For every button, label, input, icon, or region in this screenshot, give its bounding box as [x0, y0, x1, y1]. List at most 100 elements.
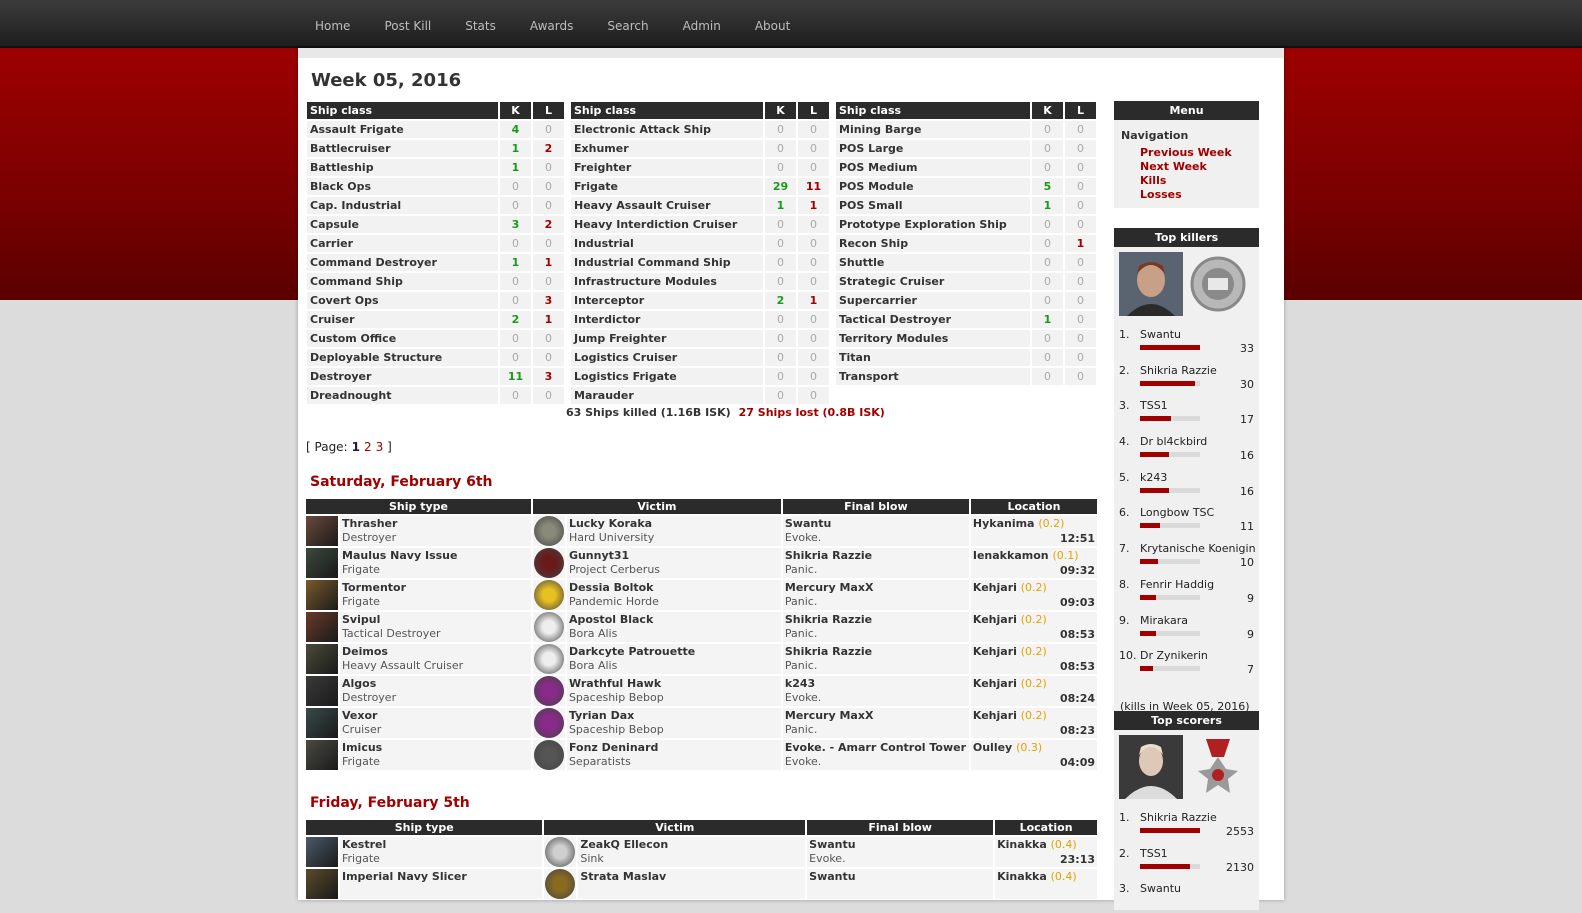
ship-name[interactable]: Deimos: [342, 645, 529, 659]
final-blow-pilot[interactable]: Mercury MaxX: [785, 581, 967, 595]
final-blow-corp[interactable]: Panic.: [785, 723, 967, 737]
kill-row[interactable]: Algos Destroyer Wrathful Hawk Spaceship Beb…: [306, 676, 1097, 706]
final-blow-corp[interactable]: Panic.: [785, 595, 967, 609]
pilot-name[interactable]: Swantu: [1140, 328, 1181, 341]
victim-corp[interactable]: Sink: [580, 852, 803, 866]
kill-row[interactable]: Thrasher Destroyer Lucky Koraka Hard Univer…: [306, 516, 1097, 546]
victim-corp-logo[interactable]: [533, 580, 564, 610]
final-blow-pilot[interactable]: Swantu: [809, 838, 991, 852]
final-blow-pilot[interactable]: Shikria Razzie: [785, 645, 967, 659]
losses-link[interactable]: Losses: [1140, 188, 1252, 202]
victim-name[interactable]: Darkcyte Patrouette: [569, 645, 779, 659]
final-blow-corp[interactable]: Evoke.: [809, 852, 991, 866]
ship-name[interactable]: Vexor: [342, 709, 529, 723]
pilot-name[interactable]: TSS1: [1140, 847, 1168, 860]
nav-search[interactable]: Search: [590, 0, 665, 46]
nav-about[interactable]: About: [738, 0, 807, 46]
ship-name[interactable]: Imperial Navy Slicer: [342, 870, 540, 884]
pilot-name[interactable]: Dr bl4ckbird: [1140, 435, 1207, 448]
victim-name[interactable]: Apostol Black: [569, 613, 779, 627]
kill-row[interactable]: Svipul Tactical Destroyer Apostol Black Bor…: [306, 612, 1097, 642]
ship-icon[interactable]: [306, 644, 338, 674]
ship-icon[interactable]: [306, 580, 338, 610]
final-blow-corp[interactable]: Panic.: [785, 563, 967, 577]
ship-name[interactable]: Algos: [342, 677, 529, 691]
ship-name[interactable]: Maulus Navy Issue: [342, 549, 529, 563]
victim-corp-logo[interactable]: [533, 516, 564, 546]
final-blow-pilot[interactable]: k243: [785, 677, 967, 691]
ship-icon[interactable]: [306, 708, 338, 738]
victim-name[interactable]: Fonz Deninard: [569, 741, 779, 755]
location[interactable]: Kinakka (0.4): [997, 838, 1095, 852]
victim-corp[interactable]: Pandemic Horde: [569, 595, 779, 609]
victim-corp[interactable]: Spaceship Bebop: [569, 723, 779, 737]
final-blow-corp[interactable]: Evoke.: [785, 691, 967, 705]
victim-name[interactable]: Wrathful Hawk: [569, 677, 779, 691]
kill-row[interactable]: Deimos Heavy Assault Cruiser Darkcyte Patr…: [306, 644, 1097, 674]
ship-name[interactable]: Tormentor: [342, 581, 529, 595]
kills-link[interactable]: Kills: [1140, 174, 1252, 188]
kill-row[interactable]: Maulus Navy Issue Frigate Gunnyt31 Project …: [306, 548, 1097, 578]
victim-name[interactable]: ZeakQ Ellecon: [580, 838, 803, 852]
location[interactable]: Kehjari (0.2): [973, 581, 1095, 595]
ship-name[interactable]: Thrasher: [342, 517, 529, 531]
victim-name[interactable]: Gunnyt31: [569, 549, 779, 563]
kill-row[interactable]: Tormentor Frigate Dessia Boltok Pandemic Ho…: [306, 580, 1097, 610]
kill-row[interactable]: Vexor Cruiser Tyrian Dax Spaceship Bebop Mer…: [306, 708, 1097, 738]
ship-name[interactable]: Kestrel: [342, 838, 540, 852]
pilot-name[interactable]: Swantu: [1140, 882, 1181, 895]
pilot-name[interactable]: Mirakara: [1140, 614, 1188, 627]
final-blow-pilot[interactable]: Shikria Razzie: [785, 549, 967, 563]
victim-corp-logo[interactable]: [533, 676, 564, 706]
pilot-name[interactable]: Longbow TSC: [1140, 506, 1214, 519]
ship-icon[interactable]: [306, 612, 338, 642]
pilot-name[interactable]: Krytanische Koenigin: [1140, 542, 1256, 555]
ship-icon[interactable]: [306, 516, 338, 546]
location[interactable]: Ienakkamon (0.1): [973, 549, 1095, 563]
victim-corp-logo[interactable]: [545, 869, 576, 899]
ship-icon[interactable]: [306, 740, 338, 770]
page-link-2[interactable]: 2: [364, 440, 372, 454]
victim-corp[interactable]: Bora Alis: [569, 627, 779, 641]
victim-corp-logo[interactable]: [533, 708, 564, 738]
nav-awards[interactable]: Awards: [513, 0, 590, 46]
ship-icon[interactable]: [306, 837, 338, 867]
victim-corp-logo[interactable]: [533, 612, 564, 642]
location[interactable]: Kehjari (0.2): [973, 613, 1095, 627]
pilot-name[interactable]: Shikria Razzie: [1140, 364, 1217, 377]
location[interactable]: Kehjari (0.2): [973, 677, 1095, 691]
location[interactable]: Kinakka (0.4): [997, 870, 1095, 884]
final-blow-pilot[interactable]: Evoke. - Amarr Control Tower: [785, 741, 967, 755]
victim-name[interactable]: Strata Maslav: [580, 870, 803, 884]
kill-row[interactable]: Imperial Navy Slicer Strata Maslav Swantu K…: [306, 869, 1097, 899]
location[interactable]: Hykanima (0.2): [973, 517, 1095, 531]
kill-row[interactable]: Imicus Frigate Fonz Deninard Separatists Evo…: [306, 740, 1097, 770]
final-blow-pilot[interactable]: Swantu: [785, 517, 967, 531]
victim-name[interactable]: Lucky Koraka: [569, 517, 779, 531]
nav-home[interactable]: Home: [298, 0, 367, 46]
pilot-name[interactable]: k243: [1140, 471, 1167, 484]
location[interactable]: Kehjari (0.2): [973, 709, 1095, 723]
final-blow-pilot[interactable]: Mercury MaxX: [785, 709, 967, 723]
ship-icon[interactable]: [306, 548, 338, 578]
victim-corp-logo[interactable]: [533, 548, 564, 578]
victim-name[interactable]: Dessia Boltok: [569, 581, 779, 595]
pilot-name[interactable]: TSS1: [1140, 399, 1168, 412]
victim-corp[interactable]: Bora Alis: [569, 659, 779, 673]
ship-icon[interactable]: [306, 676, 338, 706]
pilot-name[interactable]: Dr Zynikerin: [1140, 649, 1208, 662]
final-blow-corp[interactable]: Panic.: [785, 659, 967, 673]
previous-week-link[interactable]: Previous Week: [1140, 146, 1252, 160]
victim-name[interactable]: Tyrian Dax: [569, 709, 779, 723]
pilot-name[interactable]: Shikria Razzie: [1140, 811, 1217, 824]
victim-corp[interactable]: Spaceship Bebop: [569, 691, 779, 705]
victim-corp-logo[interactable]: [545, 837, 576, 867]
final-blow-corp[interactable]: Evoke.: [785, 755, 967, 769]
nav-post-kill[interactable]: Post Kill: [367, 0, 448, 46]
victim-corp-logo[interactable]: [533, 740, 564, 770]
victim-corp[interactable]: Project Cerberus: [569, 563, 779, 577]
victim-corp-logo[interactable]: [533, 644, 564, 674]
final-blow-corp[interactable]: Panic.: [785, 627, 967, 641]
page-link-3[interactable]: 3: [376, 440, 384, 454]
ship-icon[interactable]: [306, 869, 338, 899]
